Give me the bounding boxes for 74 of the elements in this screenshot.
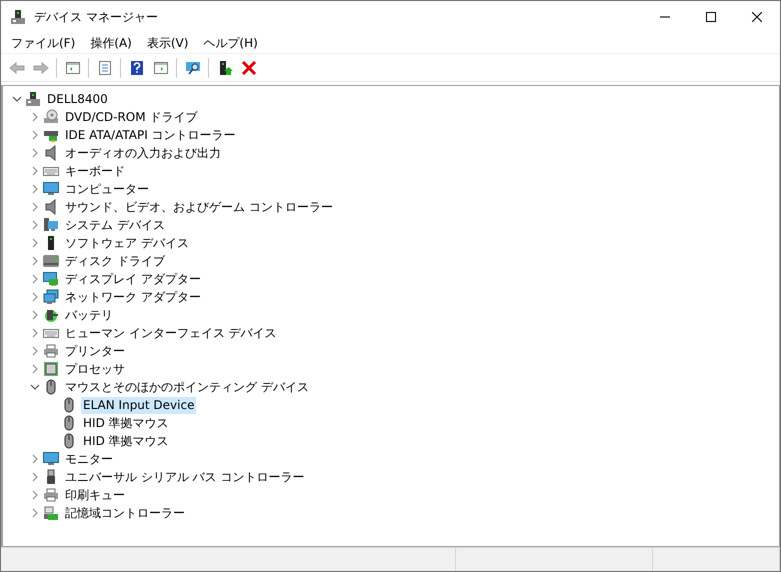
close-icon [752, 12, 762, 22]
remove-icon [240, 60, 256, 76]
action-pane-icon [152, 60, 168, 76]
tree-item[interactable]: ディスク ドライブ [63, 252, 167, 270]
expand-chevron-icon[interactable] [30, 220, 40, 230]
network-icon [43, 289, 59, 305]
expand-chevron-icon[interactable] [30, 310, 40, 320]
tree-item[interactable]: コンピューター [63, 180, 151, 198]
expand-chevron-icon[interactable] [30, 130, 40, 140]
expand-chevron-icon[interactable] [30, 490, 40, 500]
collapse-chevron-icon[interactable] [12, 94, 22, 104]
expand-chevron-icon[interactable] [30, 184, 40, 194]
collapse-chevron-icon[interactable] [30, 382, 40, 392]
expand-chevron-icon[interactable] [30, 328, 40, 338]
tree-item[interactable]: オーディオの入力および出力 [63, 144, 223, 162]
expand-chevron-icon[interactable] [30, 148, 40, 158]
properties-icon [96, 60, 112, 76]
expand-chevron-icon[interactable] [30, 238, 40, 248]
tree-item[interactable]: ソフトウェア デバイス [63, 234, 191, 252]
maximize-icon [706, 12, 716, 22]
expand-chevron-icon[interactable] [30, 292, 40, 302]
device-manager-icon [10, 8, 26, 24]
tree-item[interactable]: ヒューマン インターフェイス デバイス [63, 324, 279, 342]
expand-chevron-icon[interactable] [30, 472, 40, 482]
tree-item[interactable]: モニター [63, 450, 115, 468]
display-adapter-icon [43, 271, 59, 287]
disc-drive-icon [43, 109, 59, 125]
storage-controller-icon [43, 505, 59, 521]
expand-chevron-icon[interactable] [30, 256, 40, 266]
tree-item[interactable]: ELAN Input Device [81, 396, 196, 414]
computer-icon [25, 91, 41, 107]
tree-item[interactable]: ユニバーサル シリアル バス コントローラー [63, 468, 306, 486]
processor-icon [43, 361, 59, 377]
disk-drive-icon [43, 253, 59, 269]
tree-item[interactable]: マウスとそのほかのポインティング デバイス [63, 378, 311, 396]
tree-item[interactable]: 印刷キュー [63, 486, 127, 504]
expand-chevron-icon[interactable] [30, 454, 40, 464]
menu-item[interactable]: ファイル(F) [5, 32, 82, 52]
tree-item[interactable]: IDE ATA/ATAPI コントローラー [63, 126, 238, 144]
tree-item[interactable]: システム デバイス [63, 216, 167, 234]
help-icon [128, 60, 144, 76]
monitor-icon [43, 451, 59, 467]
menu-item[interactable]: 操作(A) [84, 32, 138, 52]
tree-item[interactable]: HID 準拠マウス [81, 432, 171, 450]
expand-chevron-icon[interactable] [30, 202, 40, 212]
tree-item[interactable]: プロセッサ [63, 360, 127, 378]
expand-chevron-icon[interactable] [30, 166, 40, 176]
tree-item[interactable]: HID 準拠マウス [81, 414, 171, 432]
tree-item[interactable]: サウンド、ビデオ、およびゲーム コントローラー [63, 198, 335, 216]
monitor-search-icon [184, 60, 200, 76]
tree-item[interactable]: DVD/CD-ROM ドライブ [63, 108, 200, 126]
expand-chevron-icon[interactable] [30, 112, 40, 122]
menu-item[interactable]: ヘルプ(H) [197, 32, 264, 52]
tree-item[interactable]: プリンター [63, 342, 127, 360]
expand-chevron-icon[interactable] [30, 346, 40, 356]
back-arrow-icon [8, 60, 24, 76]
monitor-icon [43, 181, 59, 197]
forward-arrow-icon [32, 60, 48, 76]
battery-icon [43, 307, 59, 323]
expand-chevron-icon[interactable] [30, 364, 40, 374]
printer-icon [43, 343, 59, 359]
console-tree-icon [64, 60, 80, 76]
system-device-icon [43, 217, 59, 233]
tree-item[interactable]: ディスプレイ アダプター [63, 270, 203, 288]
menu-item[interactable]: 表示(V) [140, 32, 194, 52]
tree-item[interactable]: ネットワーク アダプター [63, 288, 203, 306]
tree-item[interactable]: 記憶域コントローラー [63, 504, 187, 522]
expand-chevron-icon[interactable] [30, 508, 40, 518]
tree-item[interactable]: キーボード [63, 162, 127, 180]
printer-icon [43, 487, 59, 503]
window-title: デバイス マネージャー [34, 8, 158, 26]
tree-item[interactable]: DELL8400 [45, 90, 110, 108]
tree-item[interactable]: バッテリ [63, 306, 115, 324]
expand-chevron-icon[interactable] [30, 274, 40, 284]
